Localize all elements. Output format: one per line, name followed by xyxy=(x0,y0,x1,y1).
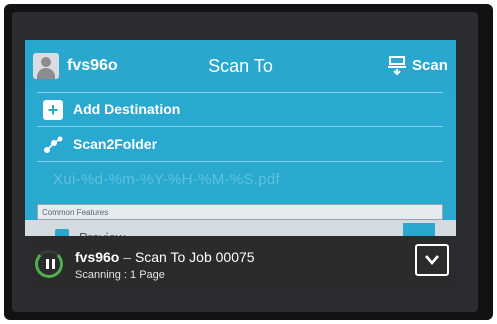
destination-label: Scan2Folder xyxy=(73,136,158,152)
scanner-icon xyxy=(388,56,406,76)
chevron-down-icon xyxy=(425,255,439,265)
plus-icon: + xyxy=(43,100,63,120)
job-title: fvs96o – Scan To Job 00075 xyxy=(75,249,255,265)
expand-status-button[interactable] xyxy=(415,244,449,276)
job-status-bar: fvs96o – Scan To Job 00075 Scanning : 1 … xyxy=(25,236,456,295)
app-header: fvs96o Scan To Scan xyxy=(25,40,456,92)
file-name-field[interactable]: Xui-%d-%m-%Y-%H-%M-%S.pdf xyxy=(53,171,280,188)
scan-button[interactable]: Scan xyxy=(380,50,450,82)
add-destination-button[interactable]: + Add Destination xyxy=(37,92,443,126)
job-progress: Scanning : 1 Page xyxy=(75,269,165,281)
job-user: fvs96o xyxy=(75,249,120,265)
divider xyxy=(37,161,443,162)
scan-button-label: Scan xyxy=(412,57,448,74)
network-folder-icon xyxy=(44,136,63,153)
destination-item-scan2folder[interactable]: Scan2Folder xyxy=(37,127,443,161)
common-features-header: Common Features xyxy=(37,204,443,220)
user-name[interactable]: fvs96o xyxy=(67,57,118,75)
user-avatar-icon[interactable] xyxy=(33,53,59,79)
page-title: Scan To xyxy=(208,56,273,76)
pause-button[interactable] xyxy=(35,250,63,278)
add-destination-label: Add Destination xyxy=(73,101,181,117)
touch-screen: fvs96o Scan To Scan + Add Destination Sc… xyxy=(25,40,456,295)
job-description: Scan To Job 00075 xyxy=(134,249,255,265)
